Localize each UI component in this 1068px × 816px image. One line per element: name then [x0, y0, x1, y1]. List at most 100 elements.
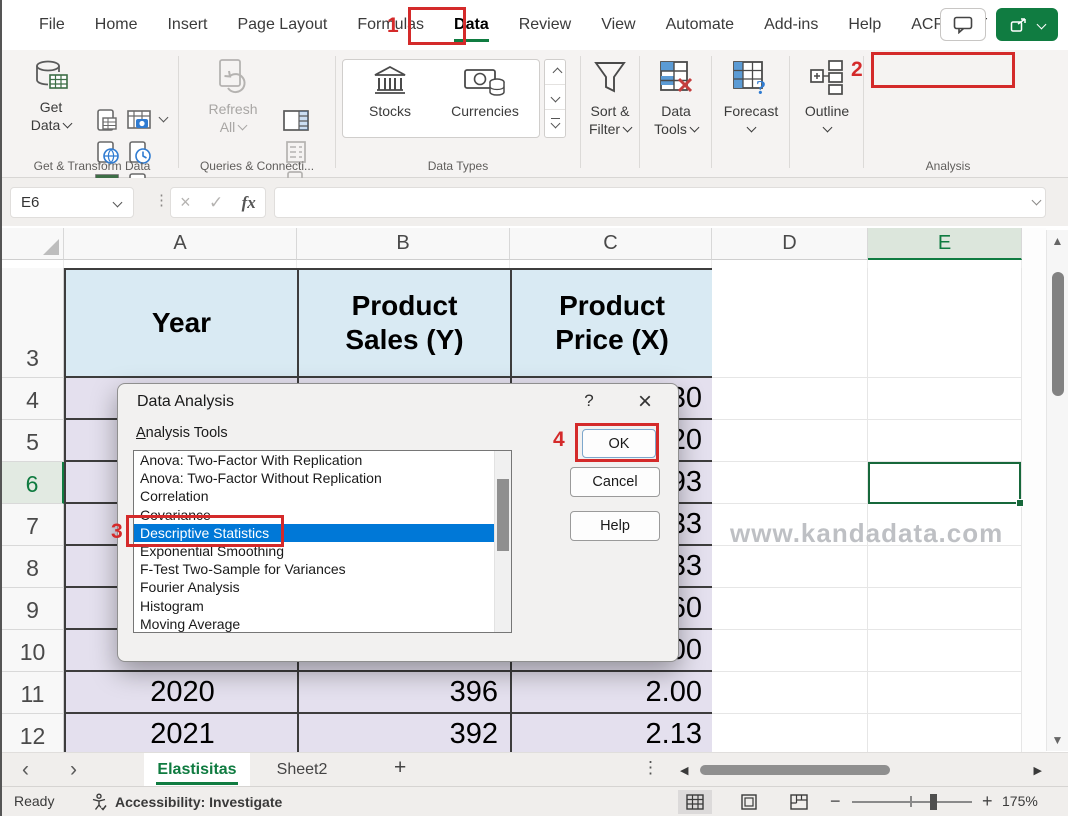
cell-A12[interactable]: 2021 — [64, 714, 299, 752]
row-header-12[interactable]: 12 — [2, 714, 64, 752]
accessibility-status[interactable]: Accessibility: Investigate — [90, 793, 282, 811]
cell-E5[interactable] — [868, 420, 1022, 462]
formula-input[interactable] — [274, 187, 1046, 218]
refresh-all-button[interactable]: Refresh All — [200, 58, 266, 136]
forecast-button[interactable]: ? Forecast — [718, 58, 784, 138]
share-button[interactable] — [996, 8, 1058, 41]
row-header-8[interactable]: 8 — [2, 546, 64, 588]
column-header-A[interactable]: A — [64, 228, 297, 260]
page-layout-view-button[interactable] — [732, 790, 766, 814]
new-sheet-button[interactable]: + — [394, 756, 406, 780]
formula-bar-expand-button[interactable] — [1029, 194, 1040, 212]
cell-B3[interactable]: Product Sales (Y) — [297, 268, 512, 378]
menu-tab-home[interactable]: Home — [80, 10, 153, 40]
menu-tab-insert[interactable]: Insert — [152, 10, 222, 40]
zoom-slider-thumb[interactable] — [930, 794, 937, 810]
cell-C11[interactable]: 2.00 — [510, 672, 714, 714]
zoom-in-button[interactable]: + — [982, 791, 993, 812]
column-header-C[interactable]: C — [510, 228, 712, 260]
cell-E8[interactable] — [868, 546, 1022, 588]
formula-bar-grip[interactable]: ⋮ — [154, 191, 169, 209]
currencies-data-type[interactable]: Currencies — [435, 64, 535, 119]
fill-handle[interactable] — [1016, 499, 1024, 507]
cell-D6[interactable] — [712, 462, 868, 504]
cell-E9[interactable] — [868, 588, 1022, 630]
zoom-out-button[interactable]: − — [830, 791, 841, 812]
row-header-10[interactable]: 10 — [2, 630, 64, 672]
column-header-D[interactable]: D — [712, 228, 868, 260]
analysis-tool-item[interactable]: Anova: Two-Factor Without Replication — [134, 469, 511, 487]
stocks-data-type[interactable]: Stocks — [351, 64, 429, 119]
cell-D5[interactable] — [712, 420, 868, 462]
normal-view-button[interactable] — [678, 790, 712, 814]
row-header-4[interactable]: 4 — [2, 378, 64, 420]
row-header-6[interactable]: 6 — [2, 462, 64, 504]
picture-dropdown-chevron-icon[interactable] — [159, 113, 169, 123]
gallery-up-button[interactable] — [545, 60, 565, 85]
dialog-help-button[interactable]: ? — [576, 391, 602, 411]
menu-tab-view[interactable]: View — [586, 10, 650, 40]
analysis-tool-item[interactable]: Moving Average — [134, 615, 511, 633]
cell-D9[interactable] — [712, 588, 868, 630]
page-break-preview-button[interactable] — [782, 790, 816, 814]
analysis-tool-item[interactable]: F-Test Two-Sample for Variances — [134, 560, 511, 578]
cell-E11[interactable] — [868, 672, 1022, 714]
column-header-E[interactable]: E — [868, 228, 1022, 260]
previous-sheet-button[interactable]: ‹ — [22, 759, 29, 780]
sheet-tab-elastisitas[interactable]: Elastisitas — [144, 753, 250, 787]
sort-filter-button[interactable]: Sort & Filter — [577, 58, 643, 138]
menu-tab-page-layout[interactable]: Page Layout — [222, 10, 342, 40]
sheet-tab-sheet2[interactable]: Sheet2 — [256, 753, 348, 787]
menu-tab-file[interactable]: File — [24, 10, 80, 40]
analysis-tool-item[interactable]: Histogram — [134, 597, 511, 615]
confirm-entry-icon[interactable]: ✓ — [209, 193, 223, 213]
cell-A11[interactable]: 2020 — [64, 672, 299, 714]
vertical-scrollbar[interactable]: ▲ ▼ — [1046, 230, 1068, 751]
scroll-left-arrow-icon[interactable]: ◀ — [680, 764, 688, 777]
listbox-scrollbar-thumb[interactable] — [497, 479, 509, 551]
row-header-11[interactable]: 11 — [2, 672, 64, 714]
help-button[interactable]: Help — [570, 511, 660, 541]
data-tools-button[interactable]: Data Tools — [643, 58, 709, 138]
cell-D11[interactable] — [712, 672, 868, 714]
name-box[interactable]: E6 — [10, 187, 134, 218]
analysis-tool-item[interactable]: Fourier Analysis — [134, 578, 511, 596]
menu-tab-review[interactable]: Review — [504, 10, 586, 40]
insert-function-icon[interactable]: fx — [242, 193, 256, 213]
vertical-scrollbar-thumb[interactable] — [1052, 272, 1064, 396]
gallery-more-button[interactable] — [545, 110, 565, 135]
menu-tab-add-ins[interactable]: Add-ins — [749, 10, 833, 40]
menu-tab-automate[interactable]: Automate — [651, 10, 749, 40]
row-header-9[interactable]: 9 — [2, 588, 64, 630]
column-header-B[interactable]: B — [297, 228, 510, 260]
cell-E12[interactable] — [868, 714, 1022, 752]
cell-D12[interactable] — [712, 714, 868, 752]
gallery-down-button[interactable] — [545, 85, 565, 110]
scroll-right-arrow-icon[interactable]: ▶ — [1034, 764, 1042, 777]
row-header-5[interactable]: 5 — [2, 420, 64, 462]
cell-B11[interactable]: 396 — [297, 672, 512, 714]
comments-button[interactable] — [940, 8, 986, 41]
cell-A3[interactable]: Year — [64, 268, 299, 378]
next-sheet-button[interactable]: › — [70, 759, 77, 780]
scroll-down-arrow-icon[interactable]: ▼ — [1047, 733, 1068, 747]
get-data-button[interactable]: Get Data — [18, 58, 84, 134]
cell-D3[interactable] — [712, 268, 868, 378]
cancel-entry-icon[interactable]: × — [180, 192, 191, 213]
cell-E10[interactable] — [868, 630, 1022, 672]
horizontal-scrollbar-thumb[interactable] — [700, 765, 890, 775]
row-header-7[interactable]: 7 — [2, 504, 64, 546]
cell-E3[interactable] — [868, 268, 1022, 378]
zoom-percentage[interactable]: 175% — [1002, 793, 1038, 809]
tab-options-grip[interactable]: ⋮ — [642, 758, 659, 778]
horizontal-scrollbar[interactable]: ◀ ▶ — [680, 762, 1042, 778]
cell-D8[interactable] — [712, 546, 868, 588]
zoom-slider-track[interactable] — [852, 801, 972, 803]
cell-E4[interactable] — [868, 378, 1022, 420]
cell-D10[interactable] — [712, 630, 868, 672]
analysis-tool-item[interactable]: Correlation — [134, 487, 511, 505]
from-picture-icon[interactable] — [126, 108, 152, 134]
listbox-scrollbar[interactable] — [494, 451, 511, 632]
scroll-up-arrow-icon[interactable]: ▲ — [1047, 234, 1068, 248]
dialog-close-button[interactable]: × — [630, 388, 660, 416]
